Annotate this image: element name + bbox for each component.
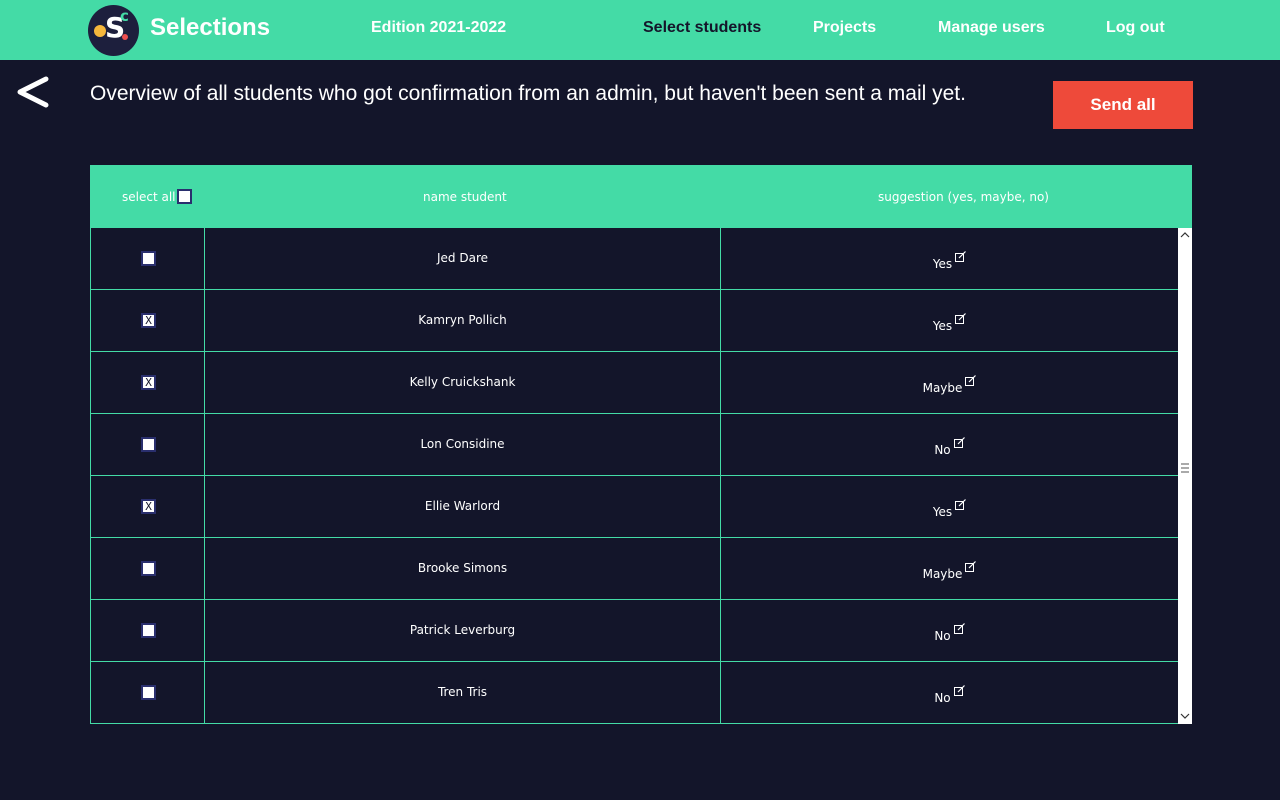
suggestion-value: Yes (932, 505, 953, 519)
student-name: Lon Considine (420, 437, 505, 451)
nav-manage-users[interactable]: Manage users (938, 19, 1045, 37)
logo-c-icon: c (120, 7, 129, 25)
row-checkbox[interactable] (141, 437, 156, 452)
table-row: X Kamryn Pollich Yes (91, 290, 1178, 352)
table-row: Lon Considine No (91, 414, 1178, 476)
edit-icon[interactable] (955, 499, 967, 510)
row-checkbox[interactable] (141, 561, 156, 576)
suggestion-cell: No (721, 685, 1178, 705)
suggestion-value: Yes (932, 319, 953, 333)
suggestion-cell: Maybe (721, 375, 1178, 395)
student-name: Ellie Warlord (424, 499, 501, 513)
suggestion-value: Maybe (922, 567, 963, 581)
students-table: select all name student suggestion (yes,… (90, 165, 1192, 724)
row-checkbox[interactable] (141, 623, 156, 638)
select-all-checkbox[interactable] (177, 189, 192, 204)
nav-projects[interactable]: Projects (813, 19, 876, 37)
table-header: select all name student suggestion (yes,… (90, 165, 1192, 228)
logo-red-dot-icon (122, 34, 128, 40)
table-row: X Kelly Cruickshank Maybe (91, 352, 1178, 414)
student-name: Jed Dare (437, 251, 488, 265)
navbar: S c Selections Edition 2021-2022 Select … (0, 0, 1280, 60)
nav-edition[interactable]: Edition 2021-2022 (371, 19, 506, 37)
row-checkbox[interactable]: X (141, 499, 156, 514)
suggestion-cell: No (721, 437, 1178, 457)
suggestion-cell: Yes (721, 499, 1178, 519)
edit-icon[interactable] (965, 561, 977, 572)
edit-icon[interactable] (955, 313, 967, 324)
suggestion-cell: Maybe (721, 561, 1178, 581)
suggestion-value: No (934, 691, 951, 705)
row-checkbox[interactable]: X (141, 375, 156, 390)
edit-icon[interactable] (953, 623, 965, 634)
table-row: Brooke Simons Maybe (91, 538, 1178, 600)
header-name: name student (423, 190, 507, 204)
student-name: Tren Tris (437, 685, 488, 699)
scroll-thumb[interactable] (1180, 460, 1190, 484)
table-row: X Ellie Warlord Yes (91, 476, 1178, 538)
header-select-all: select all (122, 190, 176, 204)
edit-icon[interactable] (953, 685, 965, 696)
scroll-down-icon[interactable] (1180, 711, 1190, 721)
suggestion-cell: Yes (721, 251, 1178, 271)
row-checkbox[interactable] (141, 251, 156, 266)
student-name: Brooke Simons (417, 561, 508, 575)
table-scrollbar[interactable] (1178, 228, 1192, 724)
table-row: Tren Tris No (91, 662, 1178, 724)
send-all-button[interactable]: Send all (1053, 81, 1193, 129)
header-suggestion: suggestion (yes, maybe, no) (878, 190, 1049, 204)
student-name: Kelly Cruickshank (409, 375, 516, 389)
student-name: Kamryn Pollich (418, 313, 507, 327)
edit-icon[interactable] (965, 375, 977, 386)
back-arrow-icon[interactable] (15, 74, 51, 110)
row-checkbox[interactable]: X (141, 313, 156, 328)
brand-title: Selections (150, 14, 271, 41)
table-body: Jed Dare Yes X Kamryn Pollich Yes X Kell… (90, 228, 1178, 724)
logo[interactable]: S c (88, 5, 139, 56)
row-checkbox[interactable] (141, 685, 156, 700)
suggestion-value: Yes (932, 257, 953, 271)
suggestion-value: No (934, 629, 951, 643)
edit-icon[interactable] (955, 251, 967, 262)
suggestion-value: Maybe (922, 381, 963, 395)
nav-log-out[interactable]: Log out (1106, 19, 1165, 37)
suggestion-cell: Yes (721, 313, 1178, 333)
suggestion-cell: No (721, 623, 1178, 643)
scroll-up-icon[interactable] (1180, 230, 1190, 240)
table-row: Jed Dare Yes (91, 228, 1178, 290)
table-row: Patrick Leverburg No (91, 600, 1178, 662)
edit-icon[interactable] (953, 437, 965, 448)
suggestion-value: No (934, 443, 951, 457)
nav-select-students[interactable]: Select students (643, 19, 761, 37)
page-title: Overview of all students who got confirm… (90, 82, 966, 105)
student-name: Patrick Leverburg (409, 623, 516, 637)
